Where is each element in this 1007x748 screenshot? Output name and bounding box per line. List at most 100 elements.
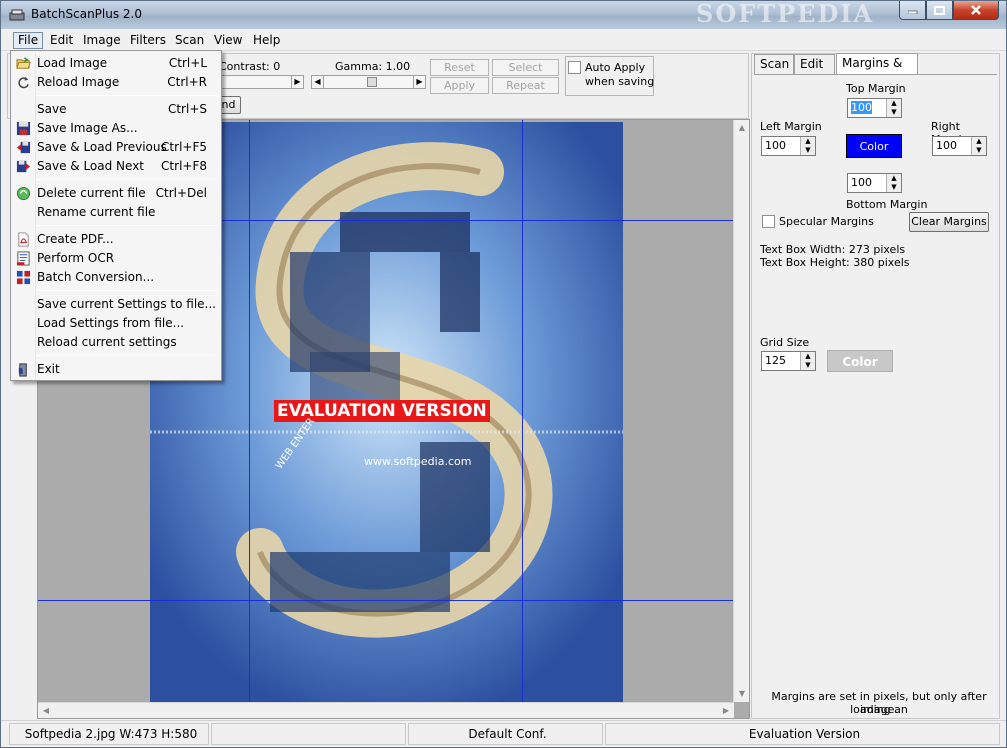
tab-scan[interactable]: Scan [754,54,794,74]
menu-separator [37,225,217,226]
minimize-icon [907,10,917,14]
auto-apply-checkbox[interactable] [568,61,581,74]
grid-size-input[interactable]: 125 ▲ ▼ [761,351,816,371]
apply-button[interactable]: Apply [430,77,489,94]
slider-right-arrow[interactable]: ▶ [413,76,425,88]
menu-separator [37,355,217,356]
status-file-info: Softpedia 2.jpg W:473 H:580 [9,723,209,745]
specular-margins-label: Specular Margins [779,215,874,228]
menu-item-delete-file[interactable]: Delete current file Ctrl+Del [13,184,219,203]
floppy-icon [16,121,31,136]
menu-help[interactable]: Help [248,32,285,49]
menu-view[interactable]: View [209,32,247,49]
menu-image[interactable]: Image [78,32,126,49]
grid-size-value: 125 [765,354,786,367]
maximize-button[interactable] [926,1,953,20]
spinner-arrows-icon[interactable]: ▲ ▼ [800,137,815,155]
tab-edit[interactable]: Edit [794,54,835,74]
top-margin-label: Top Margin [846,82,906,95]
clear-margins-button[interactable]: Clear Margins [909,212,989,232]
reset-button[interactable]: Reset [430,59,489,76]
menu-file[interactable]: File [13,32,44,49]
top-margin-value: 100 [851,101,872,114]
text-box-width: Text Box Width: 273 pixels [760,243,906,256]
spinner-arrows-icon[interactable]: ▲ ▼ [971,137,986,155]
menu-item-perform-ocr[interactable]: Perform OCR [13,249,219,268]
menu-item-label: Reload current settings [37,335,177,349]
bottom-margin-input[interactable]: 100 ▲ ▼ [847,173,902,193]
menu-item-shortcut: Ctrl+L [168,56,207,70]
menu-item-shortcut: Ctrl+Del [155,186,207,200]
menu-item-save-load-previous[interactable]: Save & Load Previous Ctrl+F5 [13,138,219,157]
folder-open-icon [16,57,31,69]
margin-color-button[interactable]: Color [846,134,902,158]
menu-item-rename-file[interactable]: Rename current file [13,203,219,222]
right-margin-value: 100 [936,139,957,152]
menu-item-create-pdf[interactable]: Create PDF... [13,230,219,249]
save-next-icon [16,160,31,173]
select-button[interactable]: Select [492,59,559,76]
exit-icon [18,363,27,377]
minimize-button[interactable] [899,1,926,20]
right-margin-input[interactable]: 100 ▲ ▼ [932,136,987,156]
title-bar[interactable]: BatchScanPlus 2.0 SOFTPEDIA [1,0,1006,29]
menu-item-save[interactable]: Save Ctrl+S [13,100,219,119]
left-margin-label: Left Margin [760,120,822,133]
slider-left-arrow[interactable]: ◀ [312,76,324,88]
spinner-arrows-icon[interactable]: ▲ ▼ [886,174,901,192]
menu-item-label: Reload Image [37,75,120,89]
text-box-height: Text Box Height: 380 pixels [760,256,910,269]
menu-item-reload-settings[interactable]: Reload current settings [13,333,219,352]
menu-item-save-image-as[interactable]: Save Image As... [13,119,219,138]
ocr-icon [16,251,30,266]
scroll-right-icon[interactable]: ▶ [718,703,734,719]
spinner-arrows-icon[interactable]: ▲ ▼ [886,99,901,117]
left-margin-value: 100 [765,139,786,152]
tab-margins-grid[interactable]: Margins & Grid [836,53,918,88]
menu-item-label: Delete current file [37,186,146,200]
menu-item-load-image[interactable]: Load Image Ctrl+L [13,54,219,73]
menu-item-shortcut: Ctrl+S [167,102,207,116]
menu-item-label: Save [37,102,67,116]
contrast-slider[interactable]: ▶ [220,75,304,89]
grid-line-vertical [249,120,250,702]
menu-separator [37,95,217,96]
menu-item-reload-image[interactable]: Reload Image Ctrl+R [13,73,219,92]
grid-line-vertical [522,120,523,702]
gamma-slider-thumb[interactable] [367,77,377,87]
menu-item-save-load-next[interactable]: Save & Load Next Ctrl+F8 [13,157,219,176]
menu-edit[interactable]: Edit [45,32,78,49]
scroll-up-icon[interactable]: ▲ [734,120,750,136]
menu-item-label: Exit [37,362,60,376]
grid-color-button[interactable]: Color [827,350,893,372]
repeat-button[interactable]: Repeat [492,77,559,94]
menu-item-label: Save current Settings to file... [37,297,216,311]
left-margin-input[interactable]: 100 ▲ ▼ [761,136,816,156]
margins-note-line2: image. [860,703,898,716]
menu-scan[interactable]: Scan [170,32,209,49]
menu-item-batch-conversion[interactable]: Batch Conversion... [13,268,219,287]
vertical-scrollbar[interactable]: ▲ ▼ [733,120,749,702]
horizontal-scrollbar[interactable]: ◀ ▶ [38,702,734,718]
grid-line-horizontal [38,600,734,601]
scanner-app-icon [9,9,25,21]
contrast-label: Contrast: 0 [219,60,281,73]
specular-margins-checkbox[interactable] [762,215,775,228]
status-bar: Softpedia 2.jpg W:473 H:580 Default Conf… [1,720,1006,747]
menu-filters[interactable]: Filters [125,32,171,49]
menu-item-save-settings[interactable]: Save current Settings to file... [13,295,219,314]
menu-item-load-settings[interactable]: Load Settings from file... [13,314,219,333]
scroll-left-icon[interactable]: ◀ [38,703,54,719]
slider-right-arrow[interactable]: ▶ [291,76,303,88]
scroll-down-icon[interactable]: ▼ [734,686,750,702]
menu-item-label: Save & Load Next [37,159,144,173]
top-margin-input[interactable]: 100 ▲ ▼ [847,98,902,118]
spinner-arrows-icon[interactable]: ▲ ▼ [800,352,815,370]
menu-item-label: Rename current file [37,205,156,219]
app-window: BatchScanPlus 2.0 SOFTPEDIA File Edit Im… [0,0,1007,748]
grid-size-label: Grid Size [760,336,810,349]
gamma-slider[interactable]: ◀ ▶ [311,75,426,89]
menu-item-exit[interactable]: Exit [13,360,219,379]
batch-icon [16,270,31,285]
close-button[interactable] [953,1,999,20]
